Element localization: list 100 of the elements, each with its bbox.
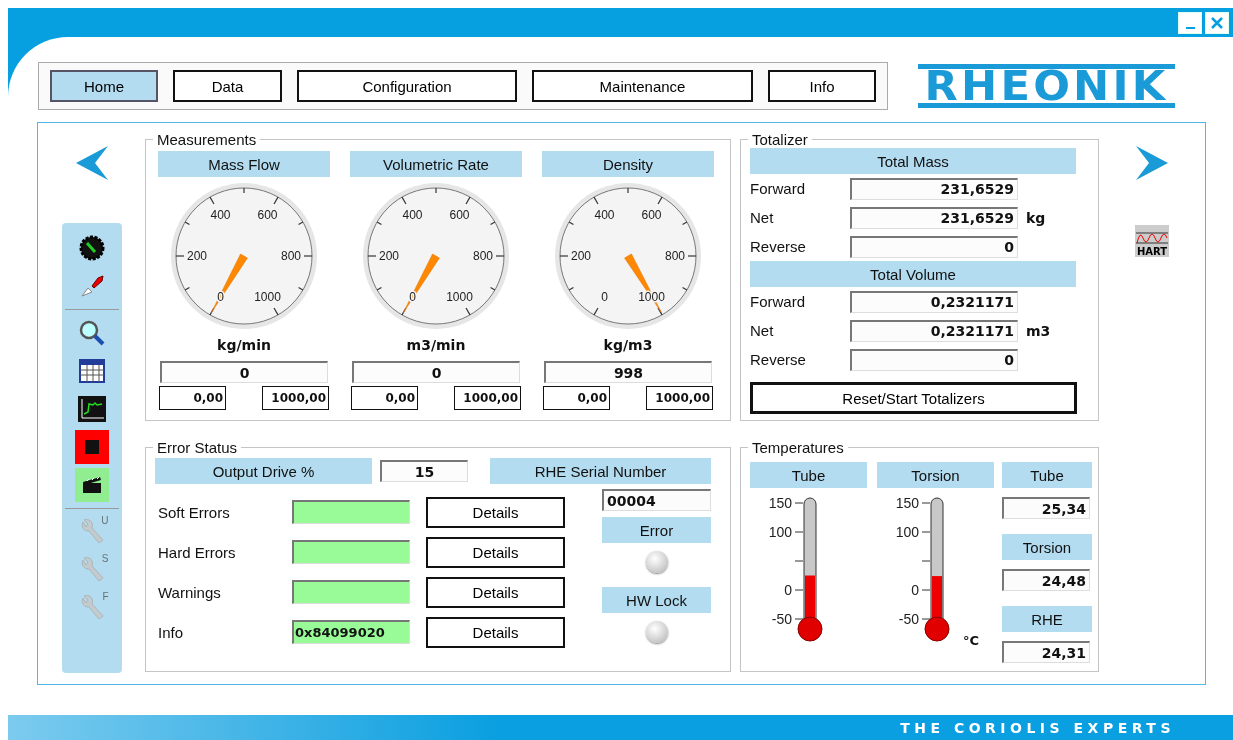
value-field: 24,48 — [1002, 569, 1090, 591]
scale-label: 0 — [601, 289, 608, 304]
nav-tab[interactable]: Home — [50, 70, 158, 102]
group-title: Temperatures — [751, 439, 845, 456]
thermometer-title: Tube — [750, 462, 867, 488]
logo: RHEONIK — [918, 64, 1175, 108]
max-field[interactable]: 1000,00 — [646, 386, 713, 410]
row-label: Net — [750, 322, 775, 339]
details-button[interactable]: Details — [426, 576, 565, 608]
group-title: Error Status — [156, 439, 239, 456]
scale-label: 100 — [768, 524, 792, 540]
section-title: Total Mass — [750, 148, 1076, 174]
scale-label: 800 — [473, 249, 493, 263]
stop-button[interactable] — [74, 430, 109, 464]
scale-label: -50 — [898, 611, 919, 627]
table-icon — [78, 359, 105, 383]
scale-label: 600 — [641, 208, 662, 223]
unit-label: m3/min — [406, 337, 466, 353]
scale-label: 1000 — [254, 289, 281, 304]
scale-label: 100 — [895, 524, 919, 540]
record-button[interactable] — [74, 468, 109, 502]
value-field: 0 — [160, 361, 328, 383]
gauge-needle — [210, 253, 248, 314]
close-button[interactable] — [1205, 11, 1229, 34]
value-field: 0 — [850, 235, 1018, 258]
stop-icon — [84, 440, 99, 454]
scale-label: 200 — [571, 249, 591, 263]
max-field[interactable]: 1000,00 — [262, 386, 329, 410]
value-field: 998 — [544, 361, 712, 383]
signal-button[interactable]: HART — [1135, 225, 1169, 257]
minimize-icon — [1185, 26, 1195, 29]
row-label: Forward — [750, 293, 806, 310]
thermometer-bulb — [924, 616, 950, 642]
min-field[interactable]: 0,00 — [159, 386, 226, 410]
scale-label: 200 — [187, 249, 207, 263]
reset-button[interactable]: Reset/Start Totalizers — [750, 382, 1077, 414]
min-field[interactable]: 0,00 — [351, 386, 418, 410]
row-label: Forward — [750, 180, 806, 197]
minimize-button[interactable] — [1178, 11, 1202, 34]
scale-label: 800 — [281, 249, 301, 263]
value-field: 231,6529 — [850, 177, 1018, 200]
scale-label: 0 — [784, 582, 792, 598]
row-label: Net — [750, 209, 775, 226]
nav-tab[interactable]: Info — [768, 70, 876, 102]
search-icon — [77, 319, 106, 347]
unit-label: °C — [963, 633, 980, 648]
row-label: Warnings — [157, 583, 222, 601]
status-field: 0x84099020 — [292, 620, 410, 644]
chart-icon — [77, 396, 106, 422]
scale-label: 800 — [665, 249, 685, 263]
nav-tab[interactable]: Data — [173, 70, 282, 102]
row-label: Reverse — [750, 351, 807, 368]
field-label: Output Drive % — [155, 458, 372, 484]
scale-label: 400 — [594, 208, 615, 223]
value-field: 0,2321171 — [850, 319, 1018, 342]
scale-label: 400 — [210, 208, 231, 223]
unit-label: kg/min — [217, 337, 271, 353]
reading-label: Tube — [1002, 462, 1092, 488]
row-label: Soft Errors — [157, 503, 231, 521]
scale-label: 400 — [402, 208, 423, 223]
field-label: RHE Serial Number — [490, 458, 711, 484]
unit-label: kg/m3 — [603, 337, 653, 353]
gauge-title: Mass Flow — [158, 151, 330, 177]
gauge-title: Density — [542, 151, 714, 177]
value-field: 24,31 — [1002, 641, 1090, 663]
indicator-label: HW Lock — [602, 587, 711, 613]
group-title: Measurements — [156, 131, 258, 148]
scale-label: -50 — [771, 611, 792, 627]
value-field: 0,2321171 — [850, 290, 1018, 313]
speedometer-icon — [78, 235, 105, 261]
group-title: Totalizer — [751, 131, 809, 148]
scale-label: 150 — [768, 495, 792, 511]
thermometer-title: Torsion — [877, 462, 994, 488]
details-button[interactable]: Details — [426, 616, 565, 648]
back-arrow-icon[interactable] — [74, 145, 109, 181]
row-label: Hard Errors — [157, 543, 237, 561]
details-button[interactable]: Details — [426, 496, 565, 528]
unit-label: kg — [1026, 209, 1046, 226]
scale-label: 600 — [257, 208, 278, 223]
nav-tab[interactable]: Configuration — [297, 70, 517, 102]
indicator-label: Error — [602, 517, 711, 543]
row-label: Reverse — [750, 238, 807, 255]
details-button[interactable]: Details — [426, 536, 565, 568]
gauge-title: Volumetric Rate — [350, 151, 522, 177]
nav-tab[interactable]: Maintenance — [532, 70, 753, 102]
wrench-icon — [78, 594, 105, 622]
gauge-needle — [402, 253, 440, 314]
serial-field: 00004 — [602, 489, 711, 511]
unit-label: m3 — [1026, 322, 1051, 339]
min-field[interactable]: 0,00 — [543, 386, 610, 410]
value-field: 25,34 — [1002, 497, 1090, 519]
max-field[interactable]: 1000,00 — [454, 386, 521, 410]
scale-label: 600 — [449, 208, 470, 223]
clapperboard-icon — [81, 476, 102, 494]
value-field: 0 — [850, 348, 1018, 371]
close-icon — [1211, 16, 1223, 29]
wave-icon — [1136, 230, 1168, 246]
value-field: 231,6529 — [850, 206, 1018, 229]
tagline: THE CORIOLIS EXPERTS — [900, 719, 1175, 736]
forward-arrow-icon[interactable] — [1135, 145, 1169, 181]
